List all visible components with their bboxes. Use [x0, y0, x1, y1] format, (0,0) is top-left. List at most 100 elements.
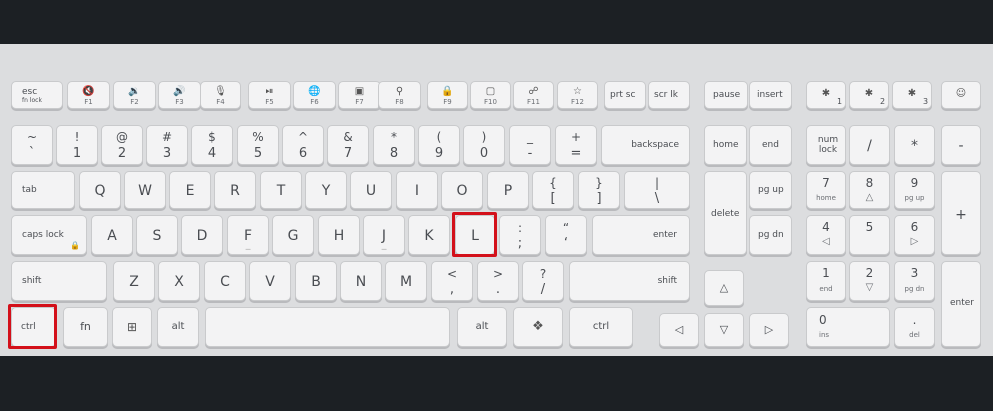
- key-f7[interactable]: ▣ F7: [338, 81, 381, 109]
- key-7[interactable]: & 7: [327, 125, 369, 165]
- key-8[interactable]: * 8: [373, 125, 415, 165]
- key-num3[interactable]: 3 pg dn: [894, 261, 935, 301]
- key-pause[interactable]: pause: [704, 81, 748, 109]
- key-5[interactable]: % 5: [237, 125, 279, 165]
- key-u[interactable]: U: [350, 171, 392, 209]
- key-num2[interactable]: 2 ▽: [849, 261, 890, 301]
- key-tab[interactable]: tab: [11, 171, 75, 209]
- key-num6[interactable]: 6 ▷: [894, 215, 935, 255]
- key-num-enter[interactable]: enter: [941, 261, 981, 347]
- key-insert[interactable]: insert: [749, 81, 792, 109]
- key-prtsc[interactable]: prt sc: [604, 81, 646, 109]
- key-home[interactable]: home: [704, 125, 747, 165]
- key-arrow-right[interactable]: ▷: [749, 313, 789, 347]
- key-arrow-up[interactable]: △: [704, 270, 744, 306]
- key-copilot[interactable]: ❖: [513, 307, 563, 347]
- key-w[interactable]: W: [124, 171, 166, 209]
- key-end[interactable]: end: [749, 125, 792, 165]
- key-t[interactable]: T: [260, 171, 302, 209]
- key-ctrl-right[interactable]: ctrl: [569, 307, 633, 347]
- key-i[interactable]: I: [396, 171, 438, 209]
- key-num-multiply[interactable]: *: [894, 125, 935, 165]
- key-k[interactable]: K: [408, 215, 450, 255]
- key-scrlk[interactable]: scr lk: [648, 81, 690, 109]
- key-capslock[interactable]: caps lock 🔒: [11, 215, 87, 255]
- key-f8[interactable]: ⚲ F8: [378, 81, 421, 109]
- key-z[interactable]: Z: [113, 261, 155, 301]
- key-quote[interactable]: “ ‘: [545, 215, 587, 255]
- key-j[interactable]: J ─: [363, 215, 405, 255]
- key-windows[interactable]: ⊞: [112, 307, 152, 347]
- key-num8[interactable]: 8 △: [849, 171, 890, 209]
- key-f5[interactable]: ⏯ F5: [248, 81, 291, 109]
- key-x[interactable]: X: [158, 261, 200, 301]
- key-bracket-right[interactable]: } ]: [578, 171, 620, 209]
- key-num-plus[interactable]: +: [941, 171, 981, 255]
- key-bluetooth-3[interactable]: ✱ 3: [892, 81, 932, 109]
- key-num4[interactable]: 4 ◁: [806, 215, 846, 255]
- key-num0[interactable]: 0 ins: [806, 307, 890, 347]
- key-numlock[interactable]: num lock: [806, 125, 846, 165]
- key-comma[interactable]: < ,: [431, 261, 473, 301]
- key-h[interactable]: H: [318, 215, 360, 255]
- key-bracket-left[interactable]: { [: [532, 171, 574, 209]
- key-minus[interactable]: _ -: [509, 125, 551, 165]
- key-alt-left[interactable]: alt: [157, 307, 199, 347]
- key-1[interactable]: ! 1: [56, 125, 98, 165]
- key-r[interactable]: R: [214, 171, 256, 209]
- key-arrow-left[interactable]: ◁: [659, 313, 699, 347]
- key-n[interactable]: N: [340, 261, 382, 301]
- key-enter[interactable]: enter: [592, 215, 690, 255]
- key-shift-left[interactable]: shift: [11, 261, 107, 301]
- key-num5[interactable]: 5: [849, 215, 890, 255]
- key-arrow-down[interactable]: ▽: [704, 313, 744, 347]
- key-f6[interactable]: 🌐 F6: [293, 81, 336, 109]
- key-d[interactable]: D: [181, 215, 223, 255]
- key-v[interactable]: V: [249, 261, 291, 301]
- key-shift-right[interactable]: shift: [569, 261, 690, 301]
- key-b[interactable]: B: [295, 261, 337, 301]
- key-bluetooth-1[interactable]: ✱ 1: [806, 81, 846, 109]
- key-f9[interactable]: 🔒 F9: [427, 81, 468, 109]
- key-num9[interactable]: 9 pg up: [894, 171, 935, 209]
- key-4[interactable]: $ 4: [191, 125, 233, 165]
- key-f10[interactable]: ▢ F10: [470, 81, 511, 109]
- key-bluetooth-2[interactable]: ✱ 2: [849, 81, 889, 109]
- key-pgdn[interactable]: pg dn: [749, 215, 792, 255]
- key-q[interactable]: Q: [79, 171, 121, 209]
- key-semicolon[interactable]: : ;: [499, 215, 541, 255]
- key-alt-right[interactable]: alt: [457, 307, 507, 347]
- key-slash[interactable]: ? /: [522, 261, 564, 301]
- key-s[interactable]: S: [136, 215, 178, 255]
- key-f3[interactable]: 🔊 F3: [158, 81, 201, 109]
- key-a[interactable]: A: [91, 215, 133, 255]
- key-3[interactable]: # 3: [146, 125, 188, 165]
- key-0[interactable]: ) 0: [463, 125, 505, 165]
- key-fn[interactable]: fn: [63, 307, 108, 347]
- key-2[interactable]: @ 2: [101, 125, 143, 165]
- key-period[interactable]: > .: [477, 261, 519, 301]
- key-num-minus[interactable]: -: [941, 125, 981, 165]
- key-delete[interactable]: delete: [704, 171, 747, 255]
- key-pgup[interactable]: pg up: [749, 171, 792, 209]
- key-equals[interactable]: + =: [555, 125, 597, 165]
- key-c[interactable]: C: [204, 261, 246, 301]
- key-f1[interactable]: 🔇 F1: [67, 81, 110, 109]
- key-f2[interactable]: 🔉 F2: [113, 81, 156, 109]
- key-9[interactable]: ( 9: [418, 125, 460, 165]
- key-f11[interactable]: ☍ F11: [513, 81, 554, 109]
- key-num1[interactable]: 1 end: [806, 261, 846, 301]
- key-f12[interactable]: ☆ F12: [557, 81, 598, 109]
- key-backspace[interactable]: backspace: [601, 125, 690, 165]
- key-esc[interactable]: esc fn lock: [11, 81, 63, 109]
- key-e[interactable]: E: [169, 171, 211, 209]
- key-backslash[interactable]: | \: [624, 171, 690, 209]
- key-f[interactable]: F ─: [227, 215, 269, 255]
- key-num-divide[interactable]: /: [849, 125, 890, 165]
- key-y[interactable]: Y: [305, 171, 347, 209]
- key-f4[interactable]: 🎙 F4: [200, 81, 241, 109]
- key-backtick[interactable]: ~ `: [11, 125, 53, 165]
- key-space[interactable]: [205, 307, 450, 347]
- key-6[interactable]: ^ 6: [282, 125, 324, 165]
- key-copilot-top[interactable]: ☺: [941, 81, 981, 109]
